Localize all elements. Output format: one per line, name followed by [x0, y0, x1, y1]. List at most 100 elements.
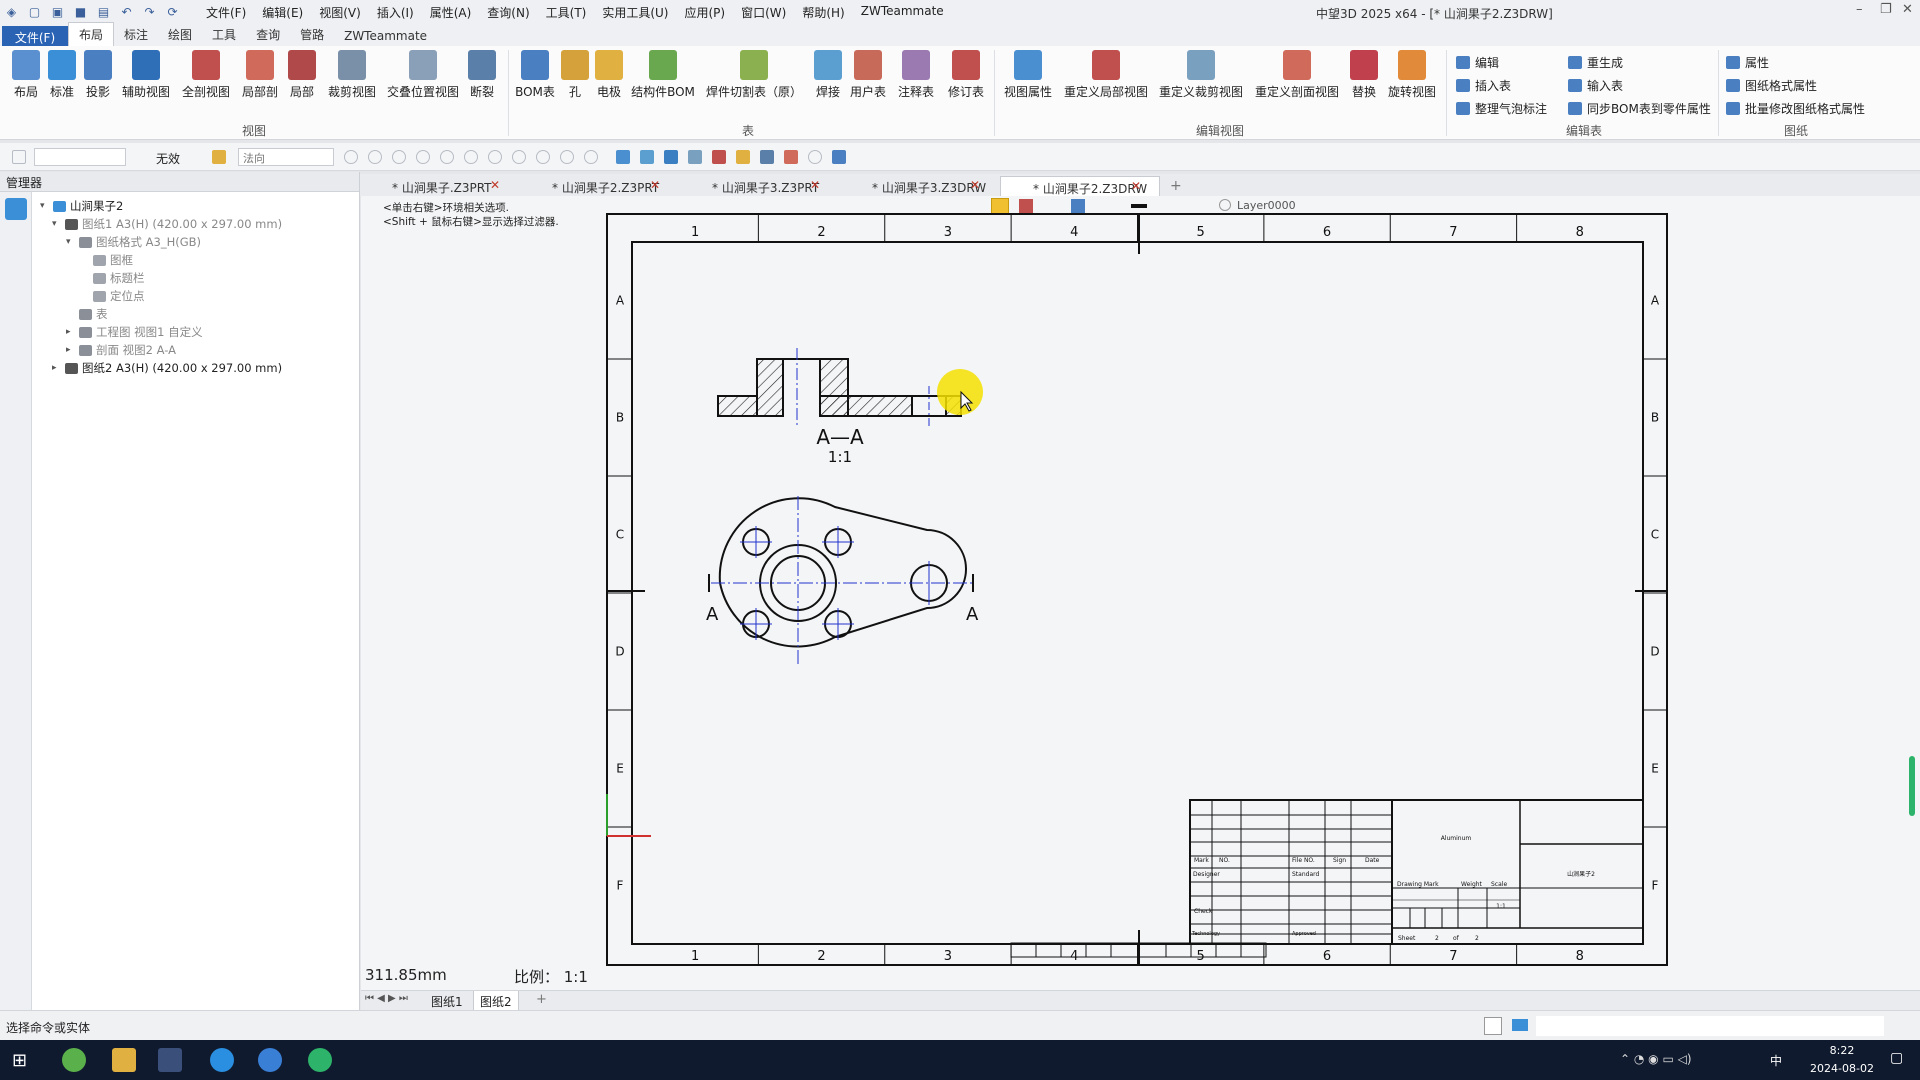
sheet-nav-icon[interactable]: ⏮ ◀ ▶ ⏭	[365, 993, 408, 1004]
zw3d-taskbar-icon[interactable]	[158, 1048, 182, 1072]
menu-utilities[interactable]: 实用工具(U)	[602, 4, 668, 21]
tree-node[interactable]: 标题栏	[80, 270, 145, 286]
tree-toggle-icon[interactable]: ▸	[66, 327, 76, 337]
projection-button[interactable]: 投影	[80, 50, 116, 100]
snap-icon[interactable]	[344, 150, 358, 164]
edge-icon[interactable]	[210, 1048, 234, 1072]
redo-icon[interactable]: ↷	[141, 4, 158, 20]
tab-layout[interactable]: 布局	[68, 22, 115, 46]
menu-view[interactable]: 视图(V)	[319, 4, 361, 21]
tab-zwteammate[interactable]: ZWTeammate	[334, 26, 437, 46]
close-tab-icon[interactable]: ✕	[970, 178, 980, 192]
notification-icon[interactable]: ▢	[1890, 1050, 1903, 1066]
save-icon[interactable]: ■	[72, 4, 89, 20]
select-view-icon[interactable]	[760, 150, 774, 164]
close-tab-icon[interactable]: ✕	[490, 178, 500, 192]
sheet-tab-1[interactable]: 图纸1	[431, 993, 463, 1010]
overlap-view-button[interactable]: 交叠位置视图	[384, 50, 462, 100]
standard-view-button[interactable]: 标准	[44, 50, 80, 100]
tree-node[interactable]: ▾ 图纸格式 A3_H(GB)	[66, 234, 201, 250]
select-face-icon[interactable]	[640, 150, 654, 164]
full-section-button[interactable]: 全剖视图	[178, 50, 234, 100]
snap-circle-icon[interactable]	[464, 150, 478, 164]
arrange-balloon-item[interactable]: 整理气泡标注	[1456, 100, 1547, 117]
snap-grid-icon[interactable]	[392, 150, 406, 164]
note-table-button[interactable]: 注释表	[894, 50, 938, 100]
menu-apps[interactable]: 应用(P)	[685, 4, 726, 21]
snap-perp-icon[interactable]	[584, 150, 598, 164]
k-app-icon[interactable]	[258, 1048, 282, 1072]
select-dim-icon[interactable]	[736, 150, 750, 164]
print-icon[interactable]: ▤	[95, 4, 112, 20]
direction-combo[interactable]: 法向	[238, 148, 334, 166]
menu-query[interactable]: 查询(N)	[487, 4, 529, 21]
wechat-icon[interactable]	[308, 1048, 332, 1072]
select-note-icon[interactable]	[784, 150, 798, 164]
bom-table-button[interactable]: BOM表	[514, 50, 556, 100]
layout-toggle-icon[interactable]	[1484, 1017, 1502, 1035]
hole-table-button[interactable]: 孔	[560, 50, 590, 100]
menu-file[interactable]: 文件(F)	[206, 4, 246, 21]
tab-draw[interactable]: 绘图	[158, 23, 202, 46]
menu-tools[interactable]: 工具(T)	[546, 4, 587, 21]
undo-icon[interactable]: ↶	[118, 4, 135, 20]
tree-toggle-icon[interactable]: ▸	[52, 363, 62, 373]
replace-button[interactable]: 替换	[1348, 50, 1380, 100]
select-body-icon[interactable]	[664, 150, 678, 164]
electrode-table-button[interactable]: 电极	[594, 50, 624, 100]
select-edge-icon[interactable]	[688, 150, 702, 164]
regenerate-item[interactable]: 重生成	[1568, 54, 1623, 71]
windows-start-icon[interactable]: ⊞	[12, 1050, 27, 1071]
tab-annotate[interactable]: 标注	[114, 23, 158, 46]
document-tab[interactable]: * 山涧果子2.Z3PRT ✕	[520, 176, 680, 196]
filter-value[interactable]: 无效	[156, 150, 180, 167]
browser-icon[interactable]	[62, 1048, 86, 1072]
snap-spline-icon[interactable]	[536, 150, 550, 164]
document-tab[interactable]: * 山涧果子.Z3PRT ✕	[360, 176, 520, 196]
weld-cut-table-button[interactable]: 焊件切割表（原）	[704, 50, 804, 100]
refresh-icon[interactable]	[808, 150, 822, 164]
display-toggle-icon[interactable]	[1512, 1019, 1528, 1031]
close-tab-icon[interactable]: ✕	[1131, 179, 1141, 193]
drawing-canvas[interactable]: <单击右键>环境相关选项. <Shift + 鼠标右键>显示选择过滤器. Lay…	[361, 196, 1920, 990]
layout-button[interactable]: 布局	[8, 50, 44, 100]
open-file-icon[interactable]: ▣	[49, 4, 66, 20]
clock-date[interactable]: 2024-08-02	[1800, 1062, 1884, 1075]
sync-bom-item[interactable]: 同步BOM表到零件属性	[1568, 100, 1711, 117]
break-view-button[interactable]: 断裂	[464, 50, 500, 100]
edit-table-item[interactable]: 编辑	[1456, 54, 1499, 71]
tab-query[interactable]: 查询	[246, 23, 290, 46]
tree-node[interactable]: ▾ 图纸1 A3(H) (420.00 x 297.00 mm)	[52, 216, 282, 232]
import-table-item[interactable]: 输入表	[1568, 77, 1623, 94]
tab-file[interactable]: 文件(F)	[2, 26, 68, 46]
sheet-properties-item[interactable]: 属性	[1726, 54, 1769, 71]
layer-tool-icon[interactable]	[832, 150, 846, 164]
view-properties-button[interactable]: 视图属性	[1000, 50, 1056, 100]
tree-toggle-icon[interactable]: ▾	[40, 201, 50, 211]
restore-icon[interactable]: ❐	[1880, 2, 1892, 17]
ime-indicator[interactable]: 中	[1770, 1052, 1782, 1069]
select-grid-icon[interactable]	[712, 150, 726, 164]
structure-bom-button[interactable]: 结构件BOM	[628, 50, 698, 100]
rotate-view-button[interactable]: 旋转视图	[1384, 50, 1440, 100]
redefine-detail-button[interactable]: 重定义局部视图	[1062, 50, 1150, 100]
tree-toggle-icon[interactable]: ▸	[66, 345, 76, 355]
menu-insert[interactable]: 插入(I)	[377, 4, 414, 21]
filter-combo[interactable]	[34, 148, 126, 166]
tree-toggle-icon[interactable]: ▾	[66, 237, 76, 247]
revision-table-button[interactable]: 修订表	[944, 50, 988, 100]
menu-attribute[interactable]: 属性(A)	[430, 4, 472, 21]
document-tab[interactable]: * 山涧果子2.Z3DRW ✕	[1000, 176, 1160, 196]
history-manager-icon[interactable]	[4, 198, 27, 220]
tree-node[interactable]: ▾ 山涧果子2	[40, 198, 123, 214]
file-explorer-icon[interactable]	[112, 1048, 136, 1072]
clock-time[interactable]: 8:22	[1812, 1044, 1872, 1057]
redefine-crop-button[interactable]: 重定义裁剪视图	[1156, 50, 1246, 100]
filter-icon[interactable]	[12, 150, 26, 164]
document-tab[interactable]: * 山涧果子3.Z3PRT ✕	[680, 176, 840, 196]
vertical-scroll-indicator[interactable]	[1909, 756, 1915, 816]
regen-icon[interactable]: ⟳	[164, 4, 181, 20]
crop-view-button[interactable]: 裁剪视图	[324, 50, 380, 100]
close-tab-icon[interactable]: ✕	[810, 178, 820, 192]
snap-tangent-icon[interactable]	[560, 150, 574, 164]
